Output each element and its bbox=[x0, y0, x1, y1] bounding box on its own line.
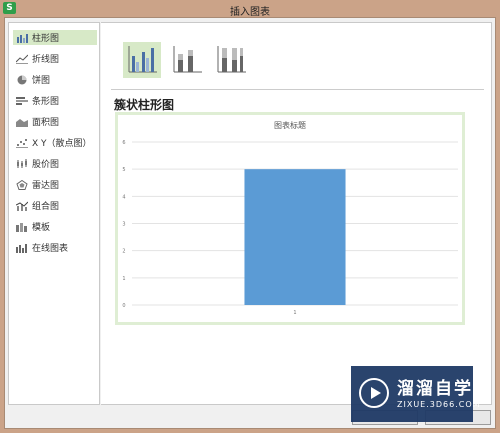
bar-chart-icon bbox=[16, 96, 28, 105]
sidebar-item-label: 面积图 bbox=[32, 118, 60, 128]
clustered-column-icon bbox=[128, 46, 157, 73]
chart-title: 图表标题 bbox=[274, 120, 306, 130]
stock-chart-icon bbox=[17, 158, 27, 168]
chart-svg: 图表标题 0 1 2 3 4 5 6 1 bbox=[122, 120, 458, 316]
watermark-logo-icon bbox=[359, 378, 389, 408]
sidebar-item-area[interactable]: 面积图 bbox=[13, 114, 97, 129]
sidebar-item-label: 条形图 bbox=[32, 97, 60, 107]
chart-bar bbox=[244, 169, 346, 305]
sidebar-item-bar[interactable]: 条形图 bbox=[13, 93, 97, 108]
sidebar-item-label: 折线图 bbox=[32, 55, 60, 65]
area-chart-icon bbox=[16, 118, 28, 127]
sidebar-item-radar[interactable]: 雷达图 bbox=[13, 177, 97, 192]
sidebar-item-template[interactable]: 模板 bbox=[13, 219, 97, 234]
percent-stacked-column-button[interactable] bbox=[212, 42, 250, 78]
y-tick-label: 2 bbox=[122, 249, 125, 255]
y-tick-label: 4 bbox=[122, 194, 125, 200]
sidebar-item-label: X Y（散点图） bbox=[32, 139, 92, 149]
scatter-chart-icon bbox=[16, 138, 28, 148]
column-chart-icon bbox=[17, 33, 28, 43]
percent-stacked-column-icon bbox=[217, 46, 246, 73]
stacked-column-icon bbox=[173, 46, 202, 73]
sidebar-item-line[interactable]: 折线图 bbox=[13, 51, 97, 66]
sidebar-item-label: 柱形图 bbox=[32, 34, 60, 44]
radar-chart-icon bbox=[16, 179, 28, 190]
watermark-url: ZIXUE.3D66.COM bbox=[397, 400, 481, 409]
sidebar-item-combo[interactable]: 组合图 bbox=[13, 198, 97, 213]
stacked-column-button[interactable] bbox=[168, 42, 206, 78]
sidebar-item-label: 雷达图 bbox=[32, 181, 60, 191]
window-title: 插入图表 bbox=[230, 7, 270, 18]
y-tick-label: 5 bbox=[122, 167, 125, 173]
line-chart-icon bbox=[16, 54, 28, 64]
template-icon bbox=[16, 222, 27, 232]
sidebar-item-label: 饼图 bbox=[32, 76, 51, 86]
chart-preview[interactable]: 图表标题 0 1 2 3 4 5 6 1 bbox=[115, 112, 465, 325]
sidebar-item-stock[interactable]: 股价图 bbox=[13, 156, 97, 171]
divider bbox=[111, 89, 484, 90]
x-tick-label: 1 bbox=[293, 310, 296, 316]
clustered-column-button[interactable] bbox=[123, 42, 161, 78]
y-tick-label: 3 bbox=[122, 222, 125, 228]
sidebar-item-label: 股价图 bbox=[32, 160, 60, 170]
sidebar-item-column[interactable]: 柱形图 bbox=[13, 30, 97, 45]
chart-type-sidebar: 柱形图 折线图 饼图 条形图 面积图 X Y（散点图） 股价图 雷达图 组合图 … bbox=[8, 22, 100, 405]
sidebar-item-online[interactable]: 在线图表 bbox=[13, 240, 97, 255]
sidebar-item-label: 组合图 bbox=[32, 202, 60, 212]
y-tick-label: 6 bbox=[122, 140, 125, 146]
combo-chart-icon bbox=[16, 201, 28, 211]
watermark: 溜溜自学 ZIXUE.3D66.COM bbox=[351, 366, 480, 422]
y-tick-label: 1 bbox=[122, 276, 125, 282]
online-chart-icon bbox=[16, 243, 27, 253]
pie-chart-icon bbox=[17, 75, 27, 84]
sidebar-item-scatter[interactable]: X Y（散点图） bbox=[13, 135, 97, 150]
sidebar-item-label: 在线图表 bbox=[32, 244, 69, 254]
chart-main-panel: 簇状柱形图 图表标题 0 1 2 3 4 5 6 1 bbox=[101, 22, 492, 405]
chart-subtype-heading: 簇状柱形图 bbox=[114, 98, 175, 112]
sidebar-item-pie[interactable]: 饼图 bbox=[13, 72, 97, 87]
title-bar: S 插入图表 bbox=[0, 0, 500, 18]
watermark-text: 溜溜自学 bbox=[397, 379, 473, 399]
sidebar-item-label: 模板 bbox=[32, 223, 51, 233]
y-tick-label: 0 bbox=[122, 303, 125, 309]
